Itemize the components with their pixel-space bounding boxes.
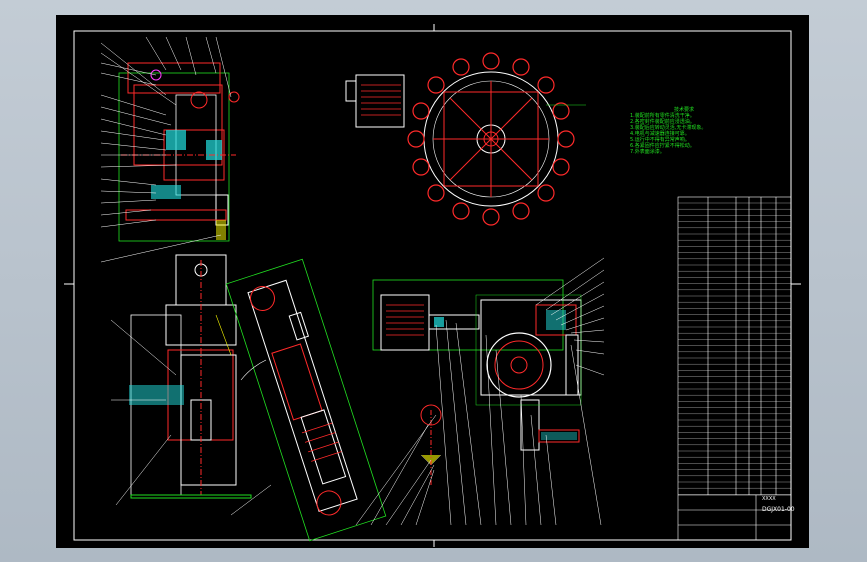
drawing-code: DGJX01-00	[762, 506, 795, 513]
parts-list-rows	[678, 202, 791, 495]
turret-top-view	[345, 52, 586, 226]
assembly-drawing	[64, 24, 801, 547]
gripper-detail-view	[100, 36, 240, 263]
note-line: 7.外表面涂漆。	[630, 149, 665, 155]
drawing-canvas[interactable]: 技术要求 1.装配前所有零件清洗干净。 2.各密封件装配前应浸透油。 3.装配后…	[56, 15, 809, 548]
turret-section-view	[355, 257, 605, 526]
lift-column-view	[110, 254, 252, 506]
technical-notes: 技术要求 1.装配前所有零件清洗干净。 2.各密封件装配前应浸透油。 3.装配后…	[630, 107, 706, 155]
parts-list-table	[677, 196, 792, 541]
cad-viewer-window: 技术要求 1.装配前所有零件清洗干净。 2.各密封件装配前应浸透油。 3.装配后…	[0, 0, 867, 562]
title-block-name: XXXX	[762, 496, 776, 502]
inclined-arm-view	[225, 258, 387, 542]
